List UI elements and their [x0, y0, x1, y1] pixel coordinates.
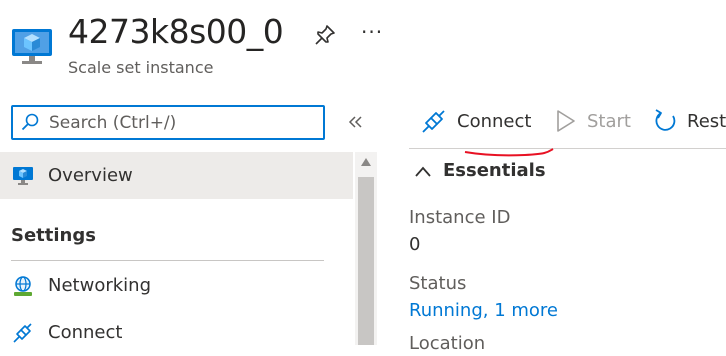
- scroll-up-arrow-icon[interactable]: [360, 157, 372, 167]
- instance-id-value: 0: [409, 234, 421, 255]
- connect-button[interactable]: Connect: [421, 105, 533, 141]
- restart-icon: [655, 109, 676, 131]
- sidebar-item-label: Networking: [48, 275, 151, 296]
- collapse-sidebar-icon[interactable]: [345, 111, 367, 133]
- section-divider: [11, 260, 324, 261]
- search-box: [11, 105, 325, 140]
- scrollbar-thumb[interactable]: [358, 177, 374, 345]
- sidebar-item-label: Overview: [48, 165, 133, 186]
- sidebar-item-networking[interactable]: Networking: [0, 265, 353, 309]
- toolbar-divider: [409, 148, 726, 149]
- instance-id-label: Instance ID: [409, 207, 511, 228]
- location-label: Location: [409, 333, 486, 354]
- network-globe-icon: [14, 276, 32, 296]
- restart-button[interactable]: Resta: [652, 105, 726, 141]
- vm-monitor-icon: [13, 167, 33, 185]
- red-underline-annotation: [464, 148, 554, 157]
- sidebar-item-overview[interactable]: Overview: [0, 152, 353, 199]
- chevron-up-icon: [415, 166, 431, 177]
- more-options-icon[interactable]: ···: [361, 22, 383, 42]
- pin-icon[interactable]: [313, 23, 337, 47]
- page-subtitle: Scale set instance: [68, 58, 214, 77]
- sidebar-item-connect[interactable]: Connect: [0, 312, 353, 356]
- page-title: 4273k8s00_0: [68, 12, 284, 51]
- connect-label: Connect: [457, 111, 532, 132]
- search-input[interactable]: [49, 108, 314, 137]
- start-button[interactable]: Start: [553, 105, 633, 141]
- plug-icon: [13, 323, 32, 343]
- status-label: Status: [409, 273, 467, 294]
- section-header-settings: Settings: [11, 225, 96, 246]
- essentials-heading: Essentials: [443, 160, 546, 181]
- search-icon: [21, 113, 39, 131]
- plug-icon: [422, 110, 445, 133]
- play-icon: [557, 110, 575, 132]
- restart-label: Resta: [687, 111, 726, 132]
- status-value-link[interactable]: Running, 1 more: [409, 300, 558, 321]
- vm-monitor-icon: [12, 29, 52, 64]
- sidebar-item-label: Connect: [48, 322, 123, 343]
- start-label: Start: [587, 111, 631, 132]
